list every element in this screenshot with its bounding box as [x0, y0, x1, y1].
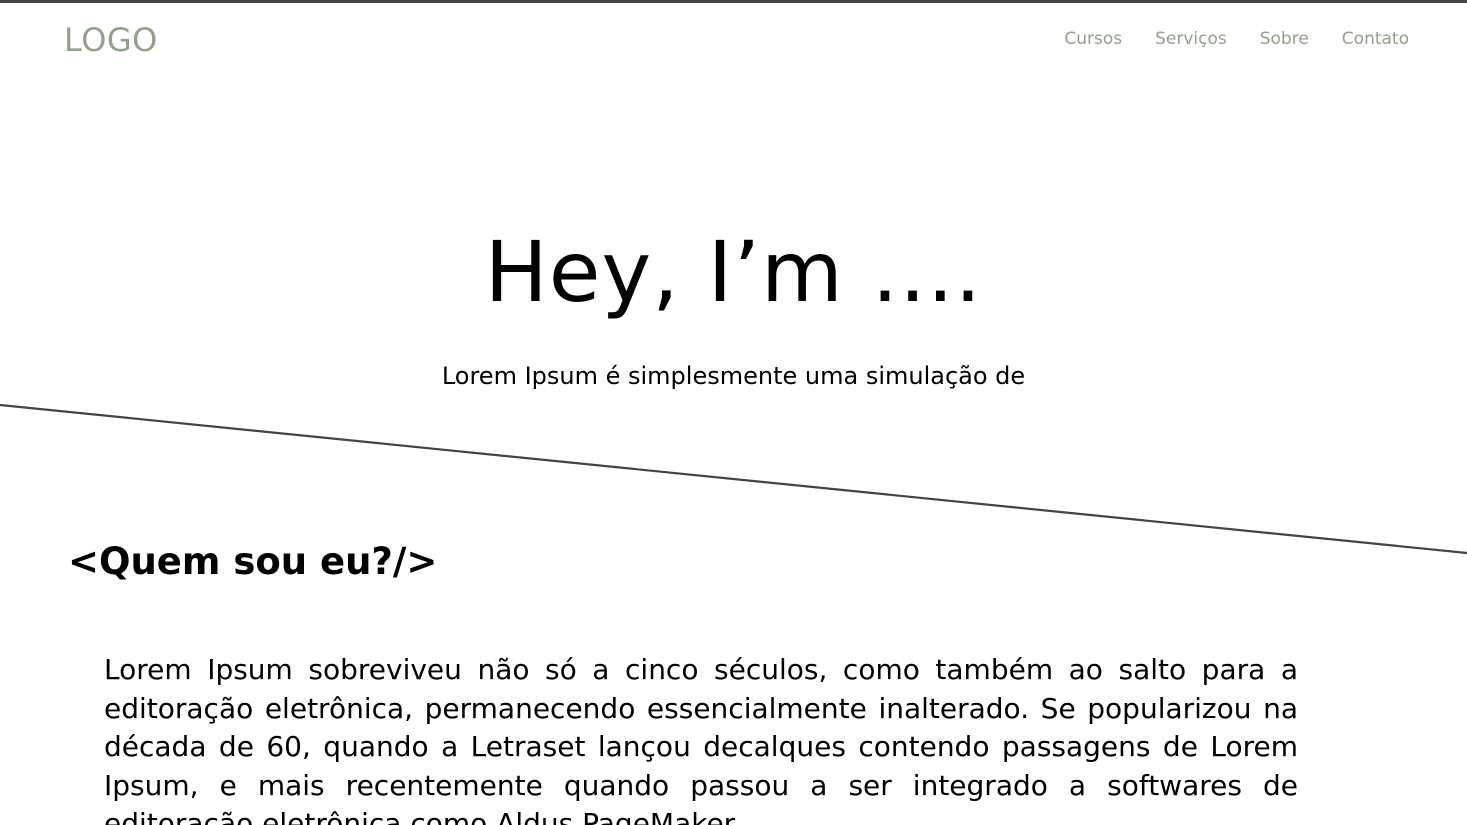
about-title: <Quem sou eu?/>	[68, 540, 438, 583]
page: LOGO Cursos Serviços Sobre Contato Hey, …	[0, 0, 1467, 825]
about-text: Lorem Ipsum sobreviveu não só a cinco sé…	[104, 653, 1298, 825]
